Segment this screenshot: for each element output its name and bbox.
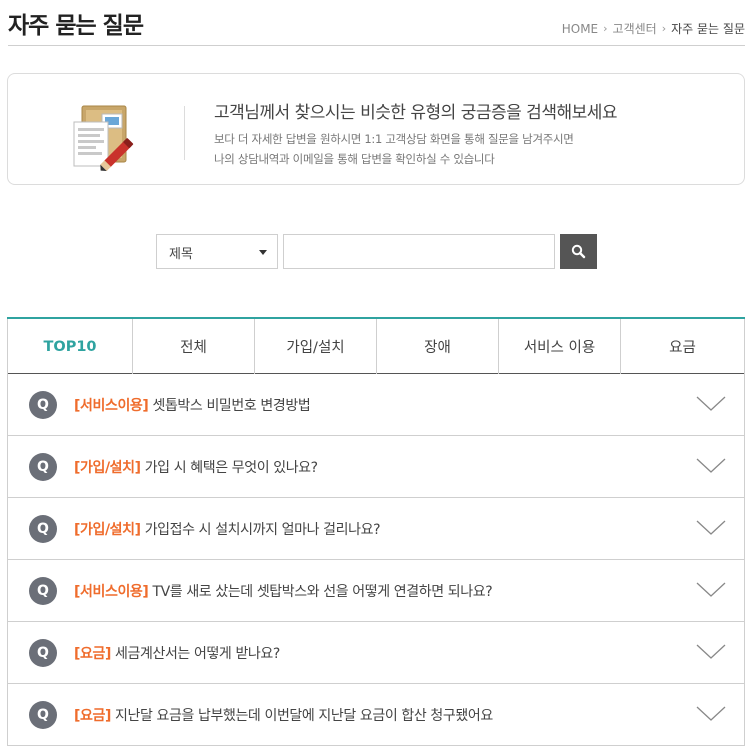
search-icon (571, 244, 586, 259)
tab-billing[interactable]: 요금 (620, 319, 745, 374)
faq-question-text: TV를 새로 샀는데 셋탑박스와 선을 어떻게 연결하면 되나요? (152, 584, 493, 600)
faq-category: [가입/설치] (74, 460, 141, 476)
question-badge: Q (29, 391, 57, 419)
info-headline: 고객님께서 찾으시는 비슷한 유형의 궁금증을 검색해보세요 (214, 103, 618, 123)
question-badge: Q (29, 639, 57, 667)
faq-question-text: 지난달 요금을 납부했는데 이번달에 지난달 요금이 합산 청구됐어요 (115, 708, 493, 724)
breadcrumb-home[interactable]: HOME (562, 22, 598, 36)
breadcrumb-customer-center[interactable]: 고객센터 (613, 20, 657, 37)
faq-category: [요금] (74, 646, 111, 662)
faq-item[interactable]: Q [가입/설치] 가입 시 혜택은 무엇이 있나요? (7, 436, 745, 498)
tab-top10[interactable]: TOP10 (7, 319, 132, 374)
faq-question-text: 셋톱박스 비밀번호 변경방법 (152, 398, 311, 414)
faq-list: Q [서비스이용] 셋톱박스 비밀번호 변경방법 Q [가입/설치] 가입 시 … (7, 374, 745, 746)
faq-item[interactable]: Q [서비스이용] 셋톱박스 비밀번호 변경방법 (7, 374, 745, 436)
tab-outage[interactable]: 장애 (376, 319, 498, 374)
breadcrumb: HOME › 고객센터 › 자주 묻는 질문 (562, 20, 745, 37)
faq-question: [가입/설치] 가입접수 시 설치시까지 얼마나 걸리나요? (74, 519, 380, 539)
page-title: 자주 묻는 질문 (8, 13, 144, 39)
faq-question-text: 가입접수 시 설치시까지 얼마나 걸리나요? (144, 522, 381, 538)
caret-down-icon (259, 250, 267, 255)
chevron-down-icon[interactable] (696, 458, 726, 474)
tab-all[interactable]: 전체 (132, 319, 254, 374)
faq-question: [요금] 세금계산서는 어떻게 받나요? (74, 643, 280, 663)
search-field-select-value: 제목 (169, 247, 193, 262)
document-pen-icon (72, 102, 142, 174)
faq-question: [가입/설치] 가입 시 혜택은 무엇이 있나요? (74, 457, 318, 477)
info-description-line: 나의 상담내역과 이메일을 통해 답변을 확인하실 수 있습니다 (214, 152, 495, 166)
faq-question-text: 가입 시 혜택은 무엇이 있나요? (144, 460, 318, 476)
question-badge: Q (29, 515, 57, 543)
info-box: 고객님께서 찾으시는 비슷한 유형의 궁금증을 검색해보세요 보다 더 자세한 … (7, 73, 745, 185)
faq-category: [요금] (74, 708, 111, 724)
faq-question-text: 세금계산서는 어떻게 받나요? (115, 646, 280, 662)
info-description-line: 보다 더 자세한 답변을 원하시면 1:1 고객상담 화면을 통해 질문을 남겨… (214, 132, 574, 146)
faq-item[interactable]: Q [요금] 지난달 요금을 납부했는데 이번달에 지난달 요금이 합산 청구됐… (7, 684, 745, 746)
faq-item[interactable]: Q [가입/설치] 가입접수 시 설치시까지 얼마나 걸리나요? (7, 498, 745, 560)
faq-question: [요금] 지난달 요금을 납부했는데 이번달에 지난달 요금이 합산 청구됐어요 (74, 705, 493, 725)
faq-item[interactable]: Q [서비스이용] TV를 새로 샀는데 셋탑박스와 선을 어떻게 연결하면 되… (7, 560, 745, 622)
faq-question: [서비스이용] TV를 새로 샀는데 셋탑박스와 선을 어떻게 연결하면 되나요… (74, 581, 493, 601)
faq-category: [가입/설치] (74, 522, 141, 538)
tab-signup-install[interactable]: 가입/설치 (254, 319, 376, 374)
faq-question: [서비스이용] 셋톱박스 비밀번호 변경방법 (74, 395, 311, 415)
page-header: 자주 묻는 질문 HOME › 고객센터 › 자주 묻는 질문 (8, 0, 745, 46)
info-description: 보다 더 자세한 답변을 원하시면 1:1 고객상담 화면을 통해 질문을 남겨… (214, 129, 574, 169)
search-input[interactable] (283, 234, 555, 269)
tab-service-usage[interactable]: 서비스 이용 (498, 319, 620, 374)
chevron-right-icon: › (603, 22, 608, 35)
chevron-down-icon[interactable] (696, 644, 726, 660)
chevron-down-icon[interactable] (696, 396, 726, 412)
faq-category: [서비스이용] (74, 398, 149, 414)
search-field-select[interactable]: 제목 (156, 234, 278, 269)
search-bar: 제목 (156, 234, 597, 269)
faq-item[interactable]: Q [요금] 세금계산서는 어떻게 받나요? (7, 622, 745, 684)
faq-tabs: TOP10 전체 가입/설치 장애 서비스 이용 요금 (7, 317, 745, 374)
question-badge: Q (29, 453, 57, 481)
question-badge: Q (29, 577, 57, 605)
faq-category: [서비스이용] (74, 584, 149, 600)
chevron-down-icon[interactable] (696, 582, 726, 598)
chevron-right-icon: › (661, 22, 667, 35)
search-button[interactable] (560, 234, 597, 269)
chevron-down-icon[interactable] (696, 520, 726, 536)
info-divider (184, 106, 185, 160)
chevron-down-icon[interactable] (696, 706, 726, 722)
question-badge: Q (29, 701, 57, 729)
breadcrumb-current: 자주 묻는 질문 (671, 22, 745, 36)
